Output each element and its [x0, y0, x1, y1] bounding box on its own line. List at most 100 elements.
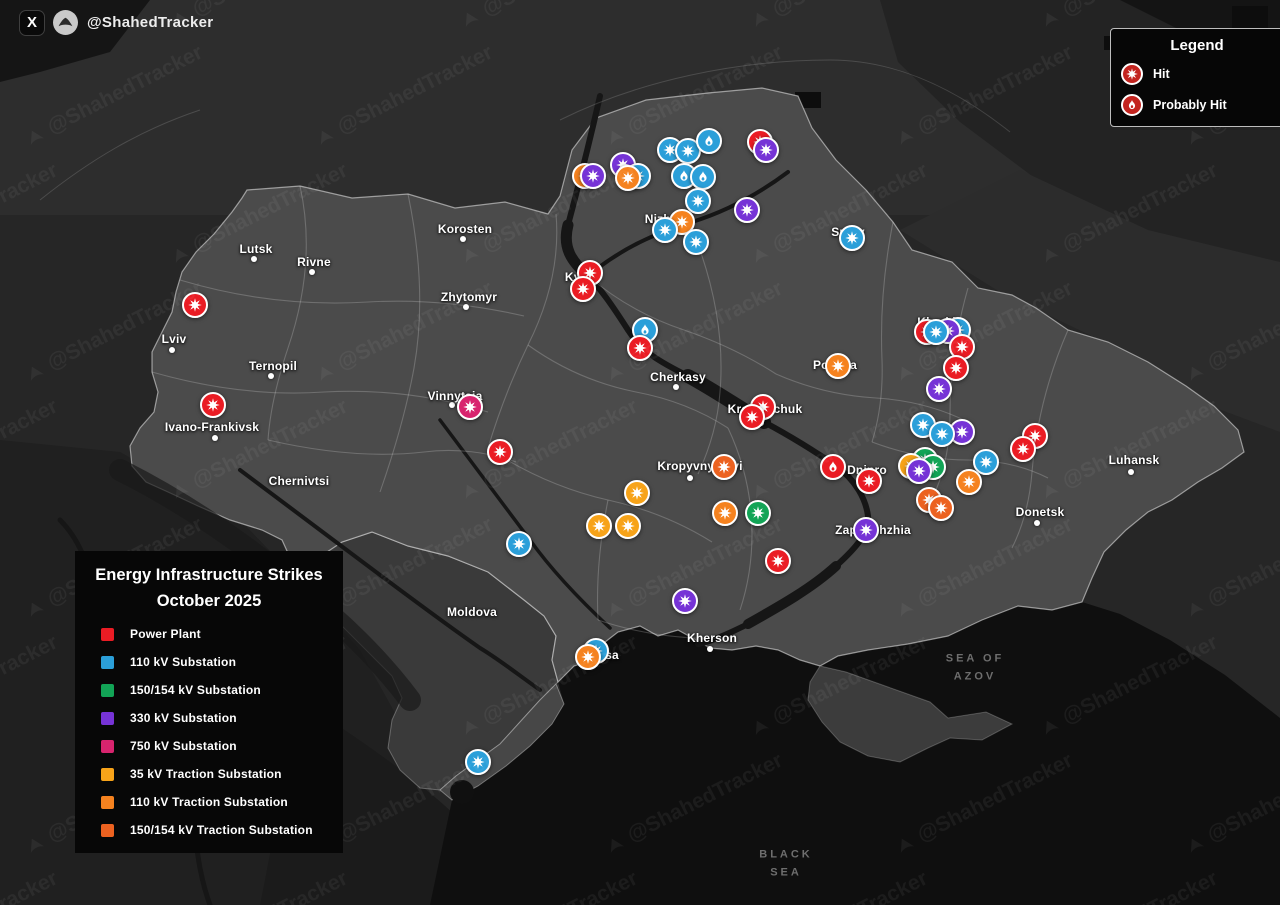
attribution-header: X @ShahedTracker [20, 10, 213, 35]
drone-icon [610, 602, 625, 618]
burst-icon [1016, 442, 1030, 456]
drone-icon [610, 838, 625, 854]
strike-marker-sub330-burst [753, 137, 779, 163]
category-swatch [101, 795, 114, 809]
category-item-sub150: 150/154 kV Substation [101, 683, 329, 697]
legend-item: Hit [1121, 63, 1273, 85]
city-label: Luhansk [1108, 453, 1160, 467]
drone-icon [900, 366, 915, 382]
strike-marker-sub750-burst [457, 394, 483, 420]
city-label: Lutsk [239, 242, 273, 256]
city-label: Zhytomyr [440, 290, 498, 304]
strike-marker-tr35-burst [624, 480, 650, 506]
watermark: @ShahedTracker [1035, 631, 1221, 742]
burst-icon [691, 194, 705, 208]
strike-marker-power-flame [820, 454, 846, 480]
city-dot [169, 347, 175, 353]
city-dot [707, 646, 713, 652]
strike-marker-tr150-burst [711, 454, 737, 480]
category-item-sub330: 330 kV Substation [101, 711, 329, 725]
sea-label: BLACK SEA [759, 848, 813, 878]
drone-icon [320, 130, 335, 146]
strike-marker-sub330-burst [926, 376, 952, 402]
strike-marker-tr35-burst [615, 513, 641, 539]
flame-icon [680, 170, 688, 181]
drone-icon [900, 602, 915, 618]
watermark: @ShahedTracker [165, 395, 351, 506]
strike-marker-tr110-burst [575, 644, 601, 670]
burst-icon [678, 594, 692, 608]
city-label: Cherkasy [650, 370, 706, 384]
strike-marker-sub110-flame [696, 128, 722, 154]
city-label: Kherson [686, 631, 738, 645]
legend-items: Hit Probably Hit [1121, 63, 1273, 116]
category-item-sub750: 750 kV Substation [101, 739, 329, 753]
category-swatch [101, 739, 114, 753]
category-label: 110 kV Traction Substation [130, 795, 288, 810]
category-label: 150/154 kV Substation [130, 683, 261, 698]
city-label: Chernivtsi [268, 474, 330, 488]
watermark: @ShahedTracker [745, 159, 931, 270]
sea-label: SEA OF AZOV [945, 652, 1005, 682]
drone-icon [900, 130, 915, 146]
strike-marker-power-burst [765, 548, 791, 574]
category-label: Power Plant [130, 627, 201, 642]
strike-marker-sub110-burst [506, 531, 532, 557]
watermark: @ShahedTracker [1035, 395, 1221, 506]
burst-icon [955, 340, 969, 354]
strike-marker-tr110-burst [615, 165, 641, 191]
watermark: @ShahedTracker [455, 395, 641, 506]
strike-marker-sub330-burst [906, 458, 932, 484]
strike-marker-power-burst [739, 404, 765, 430]
city-dot [1034, 520, 1040, 526]
burst-icon [717, 460, 731, 474]
watermark: @ShahedTracker [1035, 159, 1221, 270]
watermark: @ShahedTracker [745, 0, 931, 33]
strike-marker-power-burst [943, 355, 969, 381]
category-swatch [101, 711, 114, 725]
watermark: @ShahedTracker [455, 867, 641, 905]
drone-icon [465, 248, 480, 264]
burst-icon [771, 554, 785, 568]
burst-icon [935, 427, 949, 441]
drone-icon [30, 602, 45, 618]
category-swatch [101, 823, 114, 837]
legend-item-label: Probably Hit [1153, 98, 1227, 112]
category-item-tr110: 110 kV Traction Substation [101, 795, 329, 809]
map-title: Energy Infrastructure Strikes October 20… [89, 563, 329, 614]
burst-icon [962, 475, 976, 489]
burst-icon [681, 144, 695, 158]
map-title-line2: October 2025 [156, 591, 262, 610]
category-legend-panel: Energy Infrastructure Strikes October 20… [75, 551, 343, 854]
burst-icon [845, 231, 859, 245]
burst-icon [932, 382, 946, 396]
city-dot [251, 256, 257, 262]
legend-marker-burst [1121, 63, 1143, 85]
category-label: 35 kV Traction Substation [130, 767, 282, 782]
drone-icon [30, 130, 45, 146]
watermark: @ShahedTracker [0, 630, 62, 729]
burst-icon [621, 171, 635, 185]
strike-map-infographic: Lutsk Rivne Korosten Zhytomyr Lviv Ternopil Iv… [0, 0, 1280, 905]
category-label: 110 kV Substation [130, 655, 237, 670]
burst-icon [740, 203, 754, 217]
strike-marker-power-burst [570, 276, 596, 302]
drone-icon [465, 720, 480, 736]
watermark: @ShahedTracker [890, 513, 1076, 624]
watermark: @ShahedTracker [745, 631, 931, 742]
strike-marker-sub330-burst [580, 163, 606, 189]
strike-marker-power-burst [182, 292, 208, 318]
drone-icon [1045, 248, 1060, 264]
strike-marker-sub110-burst [839, 225, 865, 251]
map-title-line1: Energy Infrastructure Strikes [95, 566, 323, 584]
strike-marker-sub110-burst [652, 217, 678, 243]
strike-marker-sub330-burst [672, 588, 698, 614]
watermark: @ShahedTracker [0, 867, 62, 905]
watermark: @ShahedTracker [1180, 749, 1280, 860]
burst-icon [493, 445, 507, 459]
burst-icon [949, 361, 963, 375]
category-item-power: Power Plant [101, 627, 329, 641]
burst-icon [188, 298, 202, 312]
burst-icon [718, 506, 732, 520]
drone-icon [1045, 720, 1060, 736]
